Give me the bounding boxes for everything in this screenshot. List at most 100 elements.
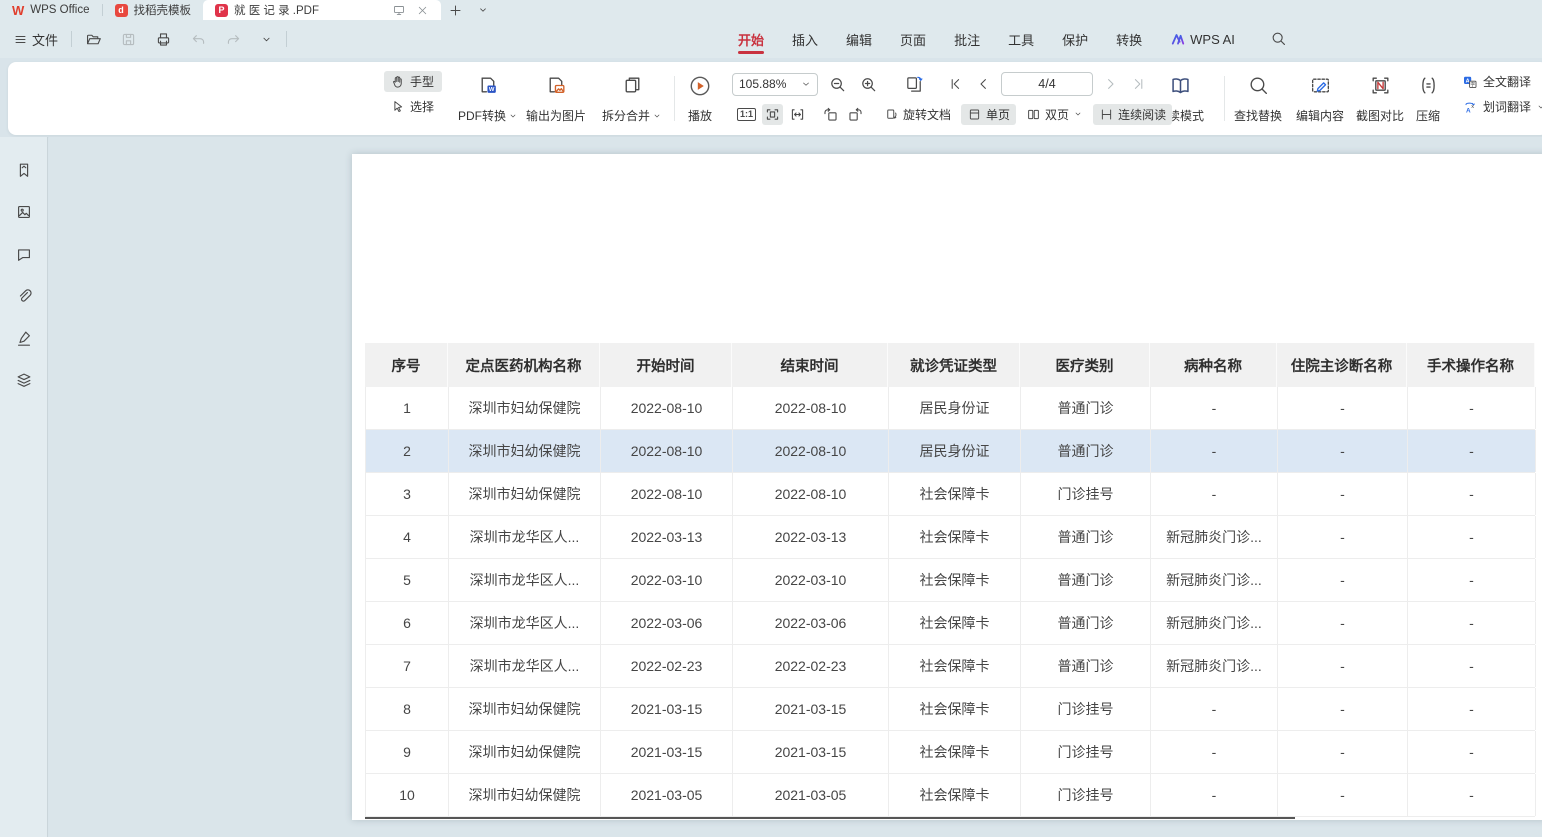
table-header-row: 序号定点医药机构名称开始时间结束时间就诊凭证类型医疗类别病种名称住院主诊断名称手…	[365, 343, 1535, 387]
ribbon-tab-comment[interactable]: 批注	[952, 21, 982, 58]
pdf-convert-label: PDF转换	[458, 107, 506, 124]
table-cell: -	[1408, 774, 1536, 816]
tab-docer-templates[interactable]: d 找稻壳模板	[103, 0, 204, 20]
select-tool-label: 选择	[410, 98, 434, 115]
single-page-button[interactable]: 单页	[961, 104, 1016, 125]
next-page-button[interactable]	[1101, 74, 1121, 94]
ribbon-tab-tools[interactable]: 工具	[1006, 21, 1036, 58]
redo-button[interactable]	[220, 27, 247, 52]
ribbon-tab-protect[interactable]: 保护	[1060, 21, 1090, 58]
table-header-cell: 定点医药机构名称	[448, 343, 600, 387]
table-cell: -	[1151, 473, 1278, 515]
table-cell: 深圳市龙华区人...	[449, 645, 601, 687]
ribbon-tab-convert[interactable]: 转换	[1114, 21, 1144, 58]
search-button[interactable]	[1270, 30, 1287, 47]
edit-content-button[interactable]: 编辑内容	[1292, 72, 1348, 126]
find-replace-icon	[1247, 74, 1270, 97]
document-canvas[interactable]: 序号定点医药机构名称开始时间结束时间就诊凭证类型医疗类别病种名称住院主诊断名称手…	[49, 137, 1542, 837]
ribbon-tab-edit[interactable]: 编辑	[844, 21, 874, 58]
previous-page-button[interactable]	[973, 74, 993, 94]
titlebar: W WPS Office d 找稻壳模板 P 就 医 记 录 .PDF	[0, 0, 1542, 20]
screenshot-compare-button[interactable]: 截图对比	[1352, 72, 1408, 126]
table-cell: 深圳市妇幼保健院	[449, 430, 601, 472]
table-cell: 2022-02-23	[601, 645, 733, 687]
screenshot-compare-label: 截图对比	[1356, 107, 1404, 124]
full-text-translate-button[interactable]: A 字 全文翻译	[1456, 71, 1542, 92]
print-button[interactable]	[150, 27, 177, 52]
rotate-left-button[interactable]	[820, 104, 841, 125]
first-page-icon	[947, 76, 963, 92]
table-cell: 深圳市龙华区人...	[449, 602, 601, 644]
ribbon-tab-insert[interactable]: 插入	[790, 21, 820, 58]
quick-access-chevron-icon[interactable]	[255, 29, 278, 50]
find-replace-button[interactable]: 查找替换	[1230, 72, 1286, 126]
tab-wps-office[interactable]: W WPS Office	[0, 0, 102, 20]
table-cell: -	[1278, 516, 1408, 558]
fit-width-button[interactable]	[787, 104, 808, 125]
table-cell: 新冠肺炎门诊...	[1151, 645, 1278, 687]
ribbon-tab-home[interactable]: 开始	[736, 21, 766, 58]
zoom-in-button[interactable]	[857, 73, 880, 96]
last-page-button[interactable]	[1129, 74, 1149, 94]
ribbon-tab-page[interactable]: 页面	[898, 21, 928, 58]
table-cell: -	[1408, 473, 1536, 515]
ribbon-tab-wps-ai[interactable]: WPS AI	[1168, 23, 1237, 56]
tab-document-pdf[interactable]: P 就 医 记 录 .PDF	[203, 0, 441, 20]
close-tab-icon[interactable]	[416, 4, 429, 17]
first-page-button[interactable]	[945, 74, 965, 94]
table-cell: 8	[366, 688, 449, 730]
double-page-button[interactable]: 双页	[1020, 104, 1089, 125]
chevron-down-icon	[652, 111, 662, 121]
zoom-level-input[interactable]	[739, 77, 797, 91]
attachments-panel-button[interactable]	[11, 283, 37, 309]
word-translate-icon: A x	[1462, 99, 1478, 115]
continuous-reading-button[interactable]: 连续阅读	[1093, 104, 1172, 125]
share-screen-icon[interactable]	[392, 3, 406, 17]
tab-list-chevron-icon[interactable]	[470, 0, 496, 20]
chevron-down-icon	[508, 111, 518, 121]
rotate-pages-button[interactable]	[902, 72, 927, 97]
table-cell: 2022-08-10	[601, 430, 733, 472]
play-button[interactable]: 播放	[684, 72, 716, 126]
undo-icon	[190, 31, 207, 48]
docer-icon: d	[115, 4, 128, 17]
word-translate-button[interactable]: A x 划词翻译	[1456, 96, 1542, 117]
comments-panel-button[interactable]	[11, 241, 37, 267]
zoom-level-select[interactable]	[732, 73, 818, 96]
table-cell: -	[1278, 473, 1408, 515]
table-cell: 2021-03-15	[733, 688, 889, 730]
export-image-button[interactable]: 输出为图片	[522, 72, 590, 126]
save-button[interactable]	[115, 27, 142, 52]
find-replace-label: 查找替换	[1234, 107, 1282, 124]
full-text-translate-icon: A 字	[1462, 74, 1478, 90]
fit-page-button[interactable]	[762, 104, 783, 125]
table-cell: -	[1408, 516, 1536, 558]
ribbon-tabs: 开始 插入 编辑 页面 批注 工具 保护 转换 WPS AI	[736, 20, 1237, 58]
new-tab-button[interactable]	[441, 0, 470, 20]
zoom-out-button[interactable]	[826, 73, 849, 96]
wps-ai-label: WPS AI	[1190, 32, 1235, 47]
thumbnails-panel-button[interactable]	[11, 199, 37, 225]
table-cell: 深圳市龙华区人...	[449, 559, 601, 601]
file-menu-button[interactable]: 文件	[8, 26, 63, 53]
table-cell: 2021-03-15	[733, 731, 889, 773]
page-number-field[interactable]	[1002, 73, 1092, 95]
split-merge-button[interactable]: 拆分合并	[598, 72, 666, 126]
table-cell: 2021-03-15	[601, 688, 733, 730]
select-tool-button[interactable]: 选择	[384, 96, 442, 117]
table-cell: -	[1151, 430, 1278, 472]
open-file-button[interactable]	[80, 27, 107, 52]
table-row: 6深圳市龙华区人...2022-03-062022-03-06社会保障卡普通门诊…	[366, 602, 1535, 645]
undo-button[interactable]	[185, 27, 212, 52]
pdf-convert-button[interactable]: W PDF转换	[454, 72, 522, 126]
signature-panel-button[interactable]	[11, 325, 37, 351]
compress-button[interactable]: 压缩	[1412, 72, 1444, 126]
rotate-document-button[interactable]: 旋转文档	[878, 104, 957, 125]
search-icon	[1270, 30, 1287, 47]
rotate-right-button[interactable]	[845, 104, 866, 125]
hand-tool-button[interactable]: 手型	[384, 71, 442, 92]
bookmarks-panel-button[interactable]	[11, 157, 37, 183]
layers-panel-button[interactable]	[11, 367, 37, 393]
actual-size-button[interactable]: 1:1	[735, 106, 758, 123]
page-number-input[interactable]	[1001, 72, 1093, 96]
